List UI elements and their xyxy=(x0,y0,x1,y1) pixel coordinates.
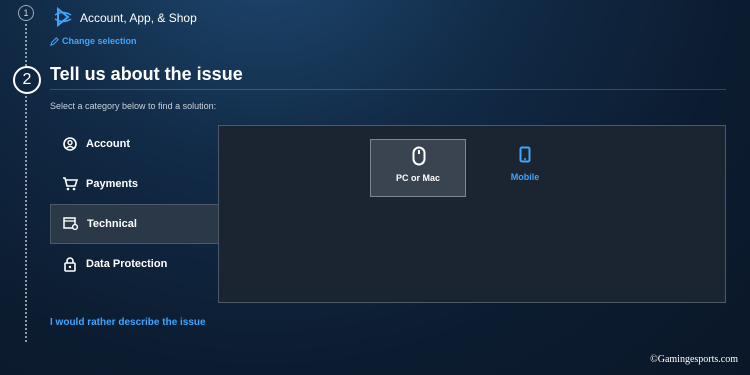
change-selection-label: Change selection xyxy=(62,36,137,46)
platform-label: Mobile xyxy=(510,172,540,182)
page-title: Tell us about the issue xyxy=(50,64,243,84)
change-selection-link[interactable]: Change selection xyxy=(50,36,137,46)
cart-icon xyxy=(62,176,78,192)
category-account[interactable]: Account xyxy=(50,124,218,164)
step-1-title: Account, App, & Shop xyxy=(80,11,197,25)
platform-mobile-tile[interactable]: Mobile xyxy=(477,139,573,197)
category-payments[interactable]: Payments xyxy=(50,164,218,204)
step-2-badge: 2 xyxy=(13,66,41,94)
window-gear-icon xyxy=(63,216,79,232)
platform-pc-mac-tile[interactable]: PC or Mac xyxy=(370,139,466,197)
mouse-icon xyxy=(412,146,426,166)
step-1-badge: 1 xyxy=(18,5,34,21)
user-circle-icon xyxy=(62,136,78,152)
category-label: Data Protection xyxy=(86,258,168,270)
watermark: ©Gamingesports.com xyxy=(650,354,738,365)
category-technical[interactable]: Technical xyxy=(50,204,218,244)
platform-label: PC or Mac xyxy=(395,173,440,183)
platform-panel xyxy=(218,125,726,303)
pencil-icon xyxy=(50,36,59,46)
lock-icon xyxy=(62,256,78,272)
category-label: Account xyxy=(86,138,130,150)
category-label: Payments xyxy=(86,178,138,190)
category-label: Technical xyxy=(87,218,137,230)
title-divider xyxy=(50,89,726,90)
mobile-icon xyxy=(519,146,531,163)
subtitle: Select a category below to find a soluti… xyxy=(50,101,217,111)
battlenet-logo-icon xyxy=(54,6,72,28)
category-data-protection[interactable]: Data Protection xyxy=(50,244,218,284)
describe-issue-link[interactable]: I would rather describe the issue xyxy=(50,317,206,328)
